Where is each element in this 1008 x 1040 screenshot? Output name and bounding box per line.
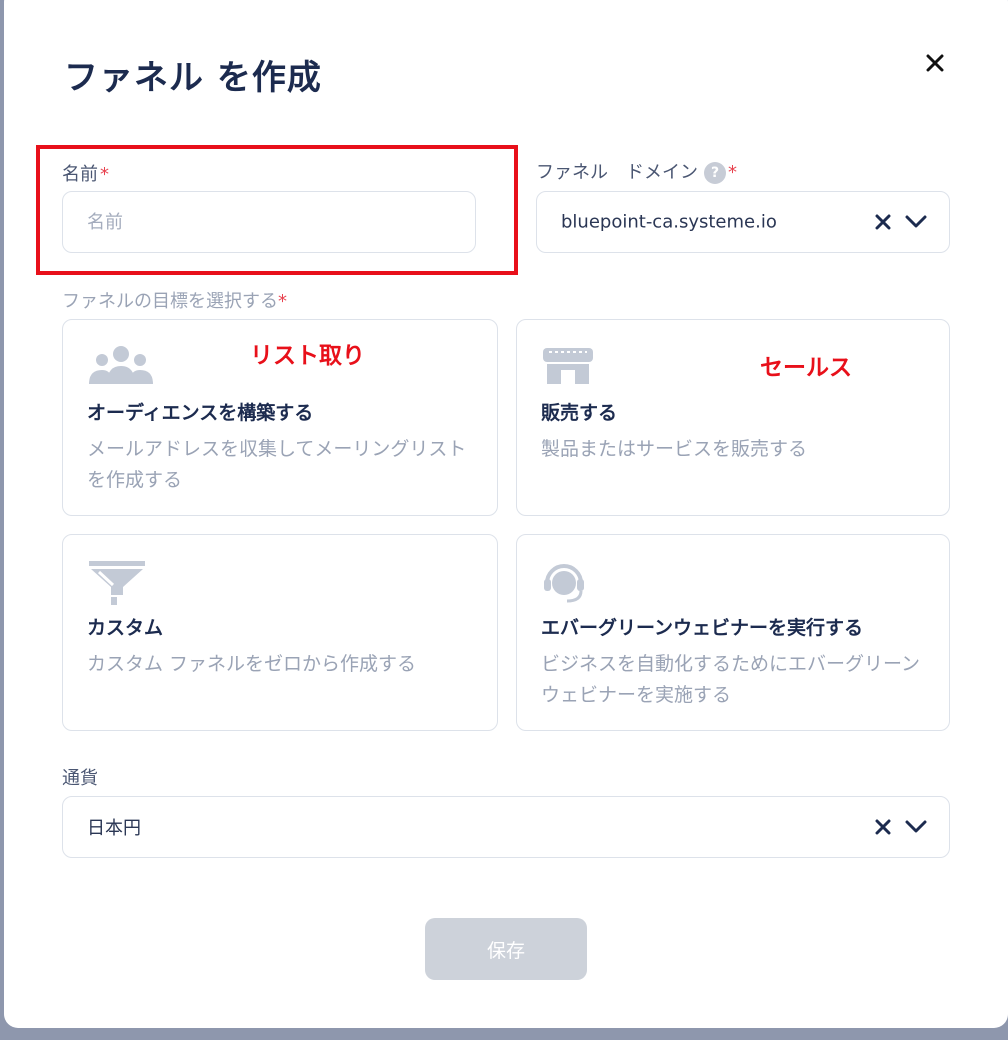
audience-group-icon (87, 344, 155, 392)
close-icon[interactable] (926, 54, 944, 72)
goal-card-title: エバーグリーンウェビナーを実行する (541, 617, 864, 639)
goal-card-title: 販売する (541, 402, 618, 424)
goal-card-sell[interactable]: 販売する 製品またはサービスを販売する (516, 319, 950, 516)
goal-card-webinar[interactable]: エバーグリーンウェビナーを実行する ビジネスを自動化するためにエバーグリーンウェ… (516, 534, 950, 731)
domain-select[interactable]: bluepoint-ca.systeme.io (536, 191, 950, 253)
chevron-down-icon[interactable] (905, 820, 927, 834)
chevron-down-icon[interactable] (905, 215, 927, 229)
domain-select-value: bluepoint-ca.systeme.io (561, 211, 777, 233)
currency-select[interactable]: 日本円 (62, 796, 950, 858)
required-mark: * (278, 291, 287, 312)
clear-icon[interactable] (875, 214, 891, 230)
goal-card-description: カスタム ファネルをゼロから作成する (87, 653, 417, 675)
funnel-icon (87, 559, 147, 611)
annotation-highlight-box (36, 145, 518, 275)
goal-card-title: オーディエンスを構築する (87, 402, 314, 424)
clear-icon[interactable] (875, 819, 891, 835)
annotation-sales: セールス (760, 355, 852, 381)
question-circle-icon[interactable]: ? (704, 162, 726, 184)
currency-select-value: 日本円 (87, 818, 141, 839)
annotation-list-acquisition: リスト取り (250, 343, 365, 369)
save-button[interactable]: 保存 (425, 918, 587, 980)
create-funnel-modal: ファネル を作成 名前* ファネル ドメイン?* bluepoint-ca.sy… (4, 0, 1008, 1028)
goal-card-custom[interactable]: カスタム カスタム ファネルをゼロから作成する (62, 534, 498, 731)
goal-card-description: ビジネスを自動化するためにエバーグリーンウェビナーを実施する (541, 653, 921, 706)
goal-card-title: カスタム (87, 617, 164, 639)
close-button[interactable] (918, 46, 952, 80)
modal-title: ファネル を作成 (64, 58, 322, 98)
headset-webinar-icon (541, 559, 587, 611)
domain-label: ファネル ドメイン? * (536, 162, 737, 184)
goal-card-description: メールアドレスを収集してメーリングリストを作成する (87, 438, 467, 491)
storefront-icon (541, 344, 595, 392)
currency-label: 通貨 (62, 768, 98, 789)
required-mark: * (728, 162, 737, 183)
goal-label: ファネルの目標を選択する* (62, 291, 287, 312)
goal-card-description: 製品またはサービスを販売する (541, 438, 808, 460)
